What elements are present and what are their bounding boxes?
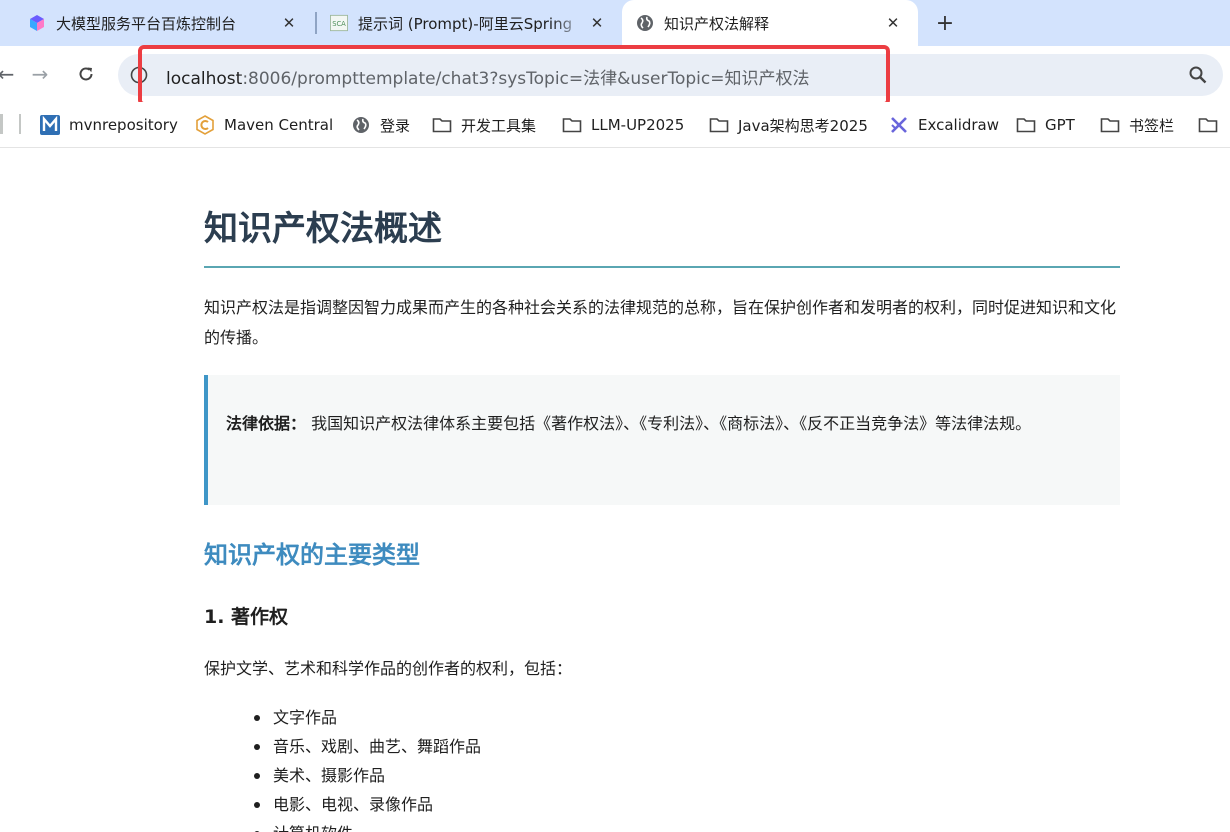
bookmark-excalidraw[interactable]: Excalidraw xyxy=(889,112,999,138)
bookmark-mvnrepository[interactable]: mvnrepository xyxy=(40,112,178,138)
bookmark-folder-llm[interactable]: LLM-UP2025 xyxy=(562,112,684,138)
close-icon[interactable]: ✕ xyxy=(278,12,300,34)
bookmarks-divider xyxy=(19,114,21,134)
sca-favicon: SCA xyxy=(330,14,348,32)
list-item: 美术、摄影作品 xyxy=(254,761,481,790)
url-path: :8006/prompttemplate/chat3?sysTopic=法律&u… xyxy=(242,69,810,89)
address-bar[interactable]: localhost:8006/prompttemplate/chat3?sysT… xyxy=(118,54,1223,96)
bookmarks-grip xyxy=(0,114,3,134)
page-content: 知识产权法概述 知识产权法是指调整因智力成果而产生的各种社会关系的法律规范的总称… xyxy=(0,149,1230,832)
legal-basis-callout: 法律依据： 我国知识产权法律体系主要包括《著作权法》、《专利法》、《商标法》、《… xyxy=(204,375,1120,505)
works-list: 文字作品 音乐、戏剧、曲艺、舞蹈作品 美术、摄影作品 电影、电视、录像作品 计算… xyxy=(254,703,481,832)
tab-title: 知识产权法解释 xyxy=(664,14,770,33)
bookmarks-bar: mvnrepository Maven Central 登录 开发工具集 LLM… xyxy=(0,102,1230,148)
maven-m-icon xyxy=(40,115,60,135)
arrow-left-icon: ← xyxy=(0,62,15,86)
tab-prompt-docs[interactable]: SCA 提示词 (Prompt)-阿里云Spring ✕ xyxy=(316,0,620,46)
tab-ip-law[interactable]: 知识产权法解释 ✕ xyxy=(622,0,918,46)
bookmark-folder-gpt[interactable]: GPT xyxy=(1016,112,1075,138)
bookmark-folder-bar[interactable]: 书签栏 xyxy=(1100,112,1174,138)
list-item: 音乐、戏剧、曲艺、舞蹈作品 xyxy=(254,732,481,761)
bailian-logo-icon xyxy=(28,14,46,32)
list-item: 文字作品 xyxy=(254,703,481,732)
title-divider xyxy=(204,266,1120,268)
svg-text:SCA: SCA xyxy=(332,20,346,28)
callout-label: 法律依据： xyxy=(226,414,307,433)
tab-title: 大模型服务平台百炼控制台 xyxy=(56,14,237,33)
tab-title: 提示词 (Prompt)-阿里云Spring xyxy=(358,14,573,33)
excalidraw-icon xyxy=(889,115,909,135)
bookmark-folder-java[interactable]: Java架构思考2025 xyxy=(709,112,868,138)
bookmark-maven-central[interactable]: Maven Central xyxy=(195,112,333,138)
callout-text: 我国知识产权法律体系主要包括《著作权法》、《专利法》、《商标法》、《反不正当竞争… xyxy=(306,414,1032,433)
zoom-icon[interactable] xyxy=(1187,64,1209,86)
globe-icon xyxy=(351,115,371,135)
list-item: 计算机软件 xyxy=(254,819,481,832)
subsection-paragraph: 保护文学、艺术和科学作品的创作者的权利，包括： xyxy=(204,659,573,678)
plus-icon: + xyxy=(935,10,955,36)
folder-icon xyxy=(1100,115,1120,135)
bookmark-label: Maven Central xyxy=(224,116,334,134)
subsection-heading: 1. 著作权 xyxy=(204,606,289,628)
bookmark-folder-devtools[interactable]: 开发工具集 xyxy=(432,112,536,138)
folder-icon xyxy=(1198,115,1218,135)
back-button[interactable]: ← xyxy=(0,60,20,88)
bookmark-label: Excalidraw xyxy=(918,116,1000,134)
page-title: 知识产权法概述 xyxy=(204,209,442,249)
bookmark-label: Java架构思考2025 xyxy=(738,116,868,135)
bookmark-label: 书签栏 xyxy=(1129,116,1175,135)
section-heading: 知识产权的主要类型 xyxy=(204,541,420,569)
folder-icon xyxy=(1016,115,1036,135)
bookmark-label: LLM-UP2025 xyxy=(591,116,685,134)
bookmark-label: 登录 xyxy=(380,116,411,135)
intro-paragraph: 知识产权法是指调整因智力成果而产生的各种社会关系的法律规范的总称，旨在保护创作者… xyxy=(204,298,1117,347)
maven-central-icon xyxy=(195,115,215,135)
reload-icon xyxy=(79,67,93,81)
new-tab-button[interactable]: + xyxy=(930,8,960,38)
close-icon[interactable]: ✕ xyxy=(586,12,608,34)
globe-icon xyxy=(636,14,654,32)
site-info-icon[interactable] xyxy=(128,64,150,86)
folder-icon xyxy=(709,115,729,135)
list-item: 电影、电视、录像作品 xyxy=(254,790,481,819)
bookmark-overflow-folder[interactable] xyxy=(1198,112,1227,138)
bookmark-label: GPT xyxy=(1045,116,1075,134)
reload-button[interactable] xyxy=(72,60,100,88)
bookmark-label: mvnrepository xyxy=(69,116,178,134)
url-text[interactable]: localhost:8006/prompttemplate/chat3?sysT… xyxy=(166,64,809,89)
url-host: localhost xyxy=(166,69,243,89)
folder-icon xyxy=(562,115,582,135)
bookmark-label: 开发工具集 xyxy=(461,116,537,135)
tab-strip: 大模型服务平台百炼控制台 ✕ SCA 提示词 (Prompt)-阿里云Sprin… xyxy=(0,0,1230,46)
arrow-right-icon: → xyxy=(31,62,49,86)
tab-bailian-console[interactable]: 大模型服务平台百炼控制台 ✕ xyxy=(0,0,312,46)
forward-button[interactable]: → xyxy=(26,60,54,88)
folder-icon xyxy=(432,115,452,135)
close-icon[interactable]: ✕ xyxy=(882,12,904,34)
bookmark-login[interactable]: 登录 xyxy=(351,112,410,138)
browser-toolbar: ← → localhost:8006/prompttemplate/chat3?… xyxy=(0,46,1230,102)
